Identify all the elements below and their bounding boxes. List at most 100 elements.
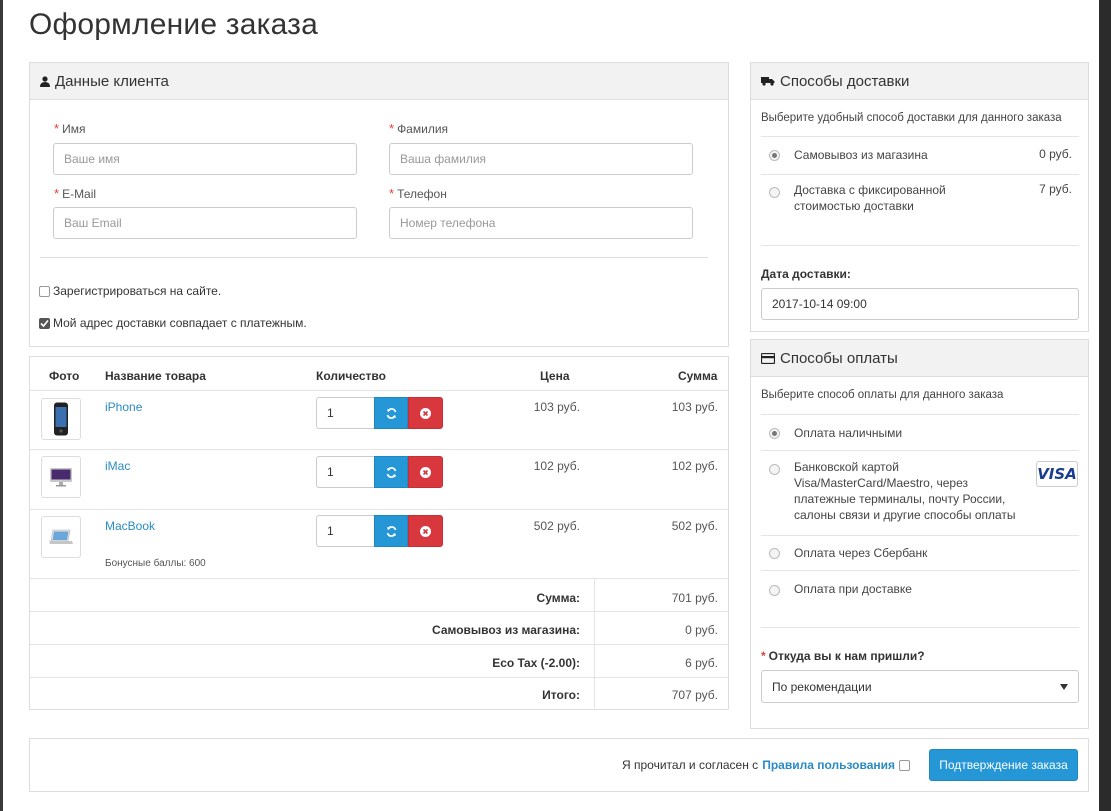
payment-panel: Способы оплаты Выберите способ оплаты дл… — [750, 339, 1089, 729]
payment-radio[interactable] — [769, 428, 780, 439]
last-name-label: * Фамилия — [389, 121, 449, 136]
agree-checkbox[interactable] — [899, 759, 910, 771]
quantity-input[interactable] — [316, 515, 374, 547]
bonus-points: Бонусные баллы: 600 — [105, 558, 206, 569]
customer-panel-heading: Данные клиента — [30, 63, 728, 100]
shipping-panel-heading: Способы доставки — [751, 63, 1088, 100]
column-header-name: Название товара — [105, 369, 206, 383]
last-name-input[interactable] — [389, 143, 693, 175]
payment-intro: Выберите способ оплаты для данного заказ… — [761, 389, 1004, 401]
line-total: 502 руб. — [671, 519, 718, 533]
refresh-button[interactable] — [374, 456, 408, 488]
credit-card-icon — [761, 352, 775, 364]
refresh-icon — [386, 407, 396, 419]
payment-radio[interactable] — [769, 548, 780, 559]
page-title: Оформление заказа — [29, 8, 318, 41]
quantity-input[interactable] — [316, 397, 374, 429]
same-address-checkbox-row[interactable]: Мой адрес доставки совпадает с платежным… — [39, 316, 307, 330]
shipping-option-price: 0 руб. — [1039, 147, 1072, 161]
macbook-icon — [49, 529, 73, 544]
customer-divider — [40, 257, 708, 258]
imac-icon — [50, 468, 72, 487]
same-address-checkbox[interactable] — [39, 317, 50, 329]
table-row-divider — [30, 509, 728, 510]
quantity-input[interactable] — [316, 456, 374, 488]
remove-icon — [420, 525, 431, 537]
shipping-option-price: 7 руб. — [1039, 182, 1072, 196]
section-divider — [761, 627, 1079, 628]
subtotal-value: 701 руб. — [671, 591, 718, 605]
remove-button[interactable] — [408, 515, 443, 547]
grand-total-value: 707 руб. — [671, 688, 718, 702]
section-divider — [761, 414, 1079, 415]
phone-input[interactable] — [389, 207, 693, 239]
table-row-divider — [30, 390, 728, 391]
refresh-button[interactable] — [374, 397, 408, 429]
email-label: * E-Mail — [54, 186, 97, 201]
macbook-thumbnail[interactable] — [41, 516, 81, 558]
product-name-link[interactable]: MacBook — [105, 519, 155, 533]
refresh-button[interactable] — [374, 515, 408, 547]
quantity-group — [316, 397, 443, 429]
shipping-radio[interactable] — [769, 150, 780, 161]
line-total: 103 руб. — [671, 400, 718, 414]
column-header-price: Цена — [540, 369, 570, 383]
email-input[interactable] — [53, 207, 357, 239]
register-checkbox[interactable] — [39, 285, 50, 297]
payment-option-label: Оплата наличными — [794, 426, 903, 440]
column-header-photo: Фото — [49, 369, 80, 383]
payment-radio[interactable] — [769, 464, 780, 475]
table-row-divider — [30, 578, 728, 579]
agree-text: Я прочитал и согласен с — [622, 758, 759, 772]
imac-thumbnail[interactable] — [41, 456, 81, 498]
phone-label: * Телефон — [389, 186, 447, 201]
remove-button[interactable] — [408, 397, 443, 429]
eco-tax-label: Eco Tax (-2.00): — [492, 656, 580, 670]
user-icon — [40, 75, 50, 87]
table-row-divider — [30, 611, 728, 612]
delivery-date-label: Дата доставки: — [761, 267, 851, 281]
terms-link[interactable]: Правила пользования — [762, 758, 895, 772]
iphone-icon — [54, 402, 68, 436]
product-name-link[interactable]: iMac — [105, 459, 130, 473]
refresh-icon — [386, 525, 396, 537]
iphone-thumbnail[interactable] — [41, 398, 81, 440]
quantity-group — [316, 515, 443, 547]
section-divider — [761, 570, 1079, 571]
dropdown-arrow-icon — [1060, 683, 1068, 690]
window-left-edge — [0, 0, 3, 811]
section-divider — [761, 450, 1079, 451]
grand-total-label: Итого: — [542, 688, 580, 702]
eco-tax-value: 6 руб. — [685, 656, 718, 670]
checkmark-icon — [40, 319, 49, 327]
payment-option-label: Банковской картой Visa/MasterCard/Maestr… — [794, 460, 1016, 522]
section-divider — [761, 245, 1079, 246]
register-checkbox-row[interactable]: Зарегистрироваться на сайте. — [39, 284, 221, 298]
remove-button[interactable] — [408, 456, 443, 488]
product-name-link[interactable]: iPhone — [105, 400, 142, 414]
referral-label: * Откуда вы к нам пришли? — [761, 649, 925, 663]
table-row-divider — [30, 677, 728, 678]
column-header-qty: Количество — [316, 369, 386, 383]
section-divider — [761, 535, 1079, 536]
payment-radio[interactable] — [769, 585, 780, 596]
unit-price: 502 руб. — [533, 519, 580, 533]
customer-panel: Данные клиента *Имя *Фамилия *E-Mail *Те… — [29, 62, 729, 347]
delivery-date-input[interactable] — [761, 288, 1079, 320]
visa-badge-icon: VISA — [1036, 461, 1078, 487]
column-header-total: Сумма — [678, 369, 718, 383]
first-name-input[interactable] — [53, 143, 357, 175]
agree-terms-row: Я прочитал и согласен с Правила пользова… — [622, 758, 913, 772]
first-name-label: * Имя — [54, 121, 86, 136]
payment-panel-title: Способы оплаты — [780, 349, 898, 367]
shipping-radio[interactable] — [769, 187, 780, 198]
register-label: Зарегистрироваться на сайте. — [53, 284, 222, 298]
referral-selected-value: По рекомендации — [772, 679, 872, 694]
shipping-cost-label: Самовывоз из магазина: — [432, 623, 580, 637]
confirm-order-button[interactable]: Подтверждение заказа — [929, 749, 1078, 781]
window-scrollbar-track[interactable] — [1099, 0, 1111, 811]
referral-select[interactable]: По рекомендации — [761, 670, 1079, 703]
unit-price: 103 руб. — [533, 400, 580, 414]
refresh-icon — [386, 466, 396, 478]
confirm-panel: Я прочитал и согласен с Правила пользова… — [29, 738, 1089, 792]
